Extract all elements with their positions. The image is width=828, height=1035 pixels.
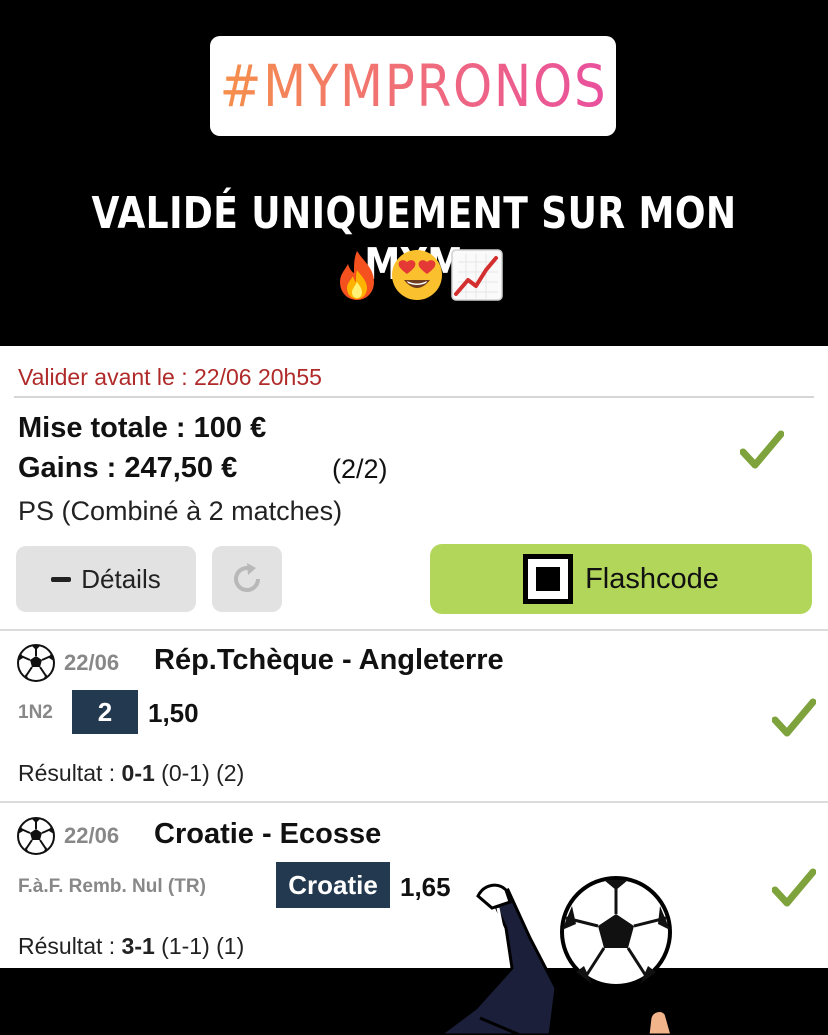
pick-badge: 2: [72, 690, 138, 734]
refresh-icon: [234, 563, 260, 592]
refresh-button[interactable]: [212, 546, 282, 612]
gains-count: (2/2): [332, 454, 388, 484]
match-date: 22/06: [64, 823, 120, 848]
flashcode-label: Flashcode: [585, 562, 719, 595]
divider: [0, 801, 828, 803]
market-label: 1N2: [18, 702, 53, 723]
soccer-ball-icon: [17, 644, 55, 682]
emoji-row: [330, 246, 505, 304]
gains-amount: Gains : 247,50 €: [18, 452, 238, 484]
odds-value: 1,50: [148, 698, 199, 728]
match-result: Résultat : 0-1 (0-1) (2): [18, 760, 245, 786]
check-icon: [772, 868, 816, 907]
heart-eyes-emoji: [392, 250, 442, 300]
details-label: Détails: [81, 563, 161, 594]
hashtag-sticker[interactable]: #MYMPRONOS: [210, 36, 616, 136]
minus-icon: [51, 576, 72, 582]
chart-increasing-emoji: [451, 249, 503, 301]
details-button[interactable]: Détails: [16, 546, 196, 612]
hashtag-text: #MYMPRONOS: [219, 52, 607, 120]
market-label: F.à.F. Remb. Nul (TR): [18, 876, 206, 897]
soccer-ball-icon: [17, 817, 55, 855]
check-icon: [740, 430, 784, 469]
deadline-text: Valider avant le : 22/06 20h55: [18, 364, 322, 390]
bet-type: PS (Combiné à 2 matches): [18, 496, 343, 526]
match-teams: Rép.Tchèque - Angleterre: [154, 644, 504, 676]
fire-emoji: [340, 251, 374, 300]
match-result: Résultat : 3-1 (1-1) (1): [18, 933, 245, 959]
divider: [14, 396, 814, 398]
check-icon: [772, 698, 816, 737]
flashcode-button[interactable]: Flashcode: [430, 544, 812, 614]
footballer-sticker: [437, 876, 674, 1035]
divider: [0, 629, 828, 631]
pick-badge: Croatie: [276, 862, 390, 908]
total-stake: Mise totale : 100 €: [18, 412, 267, 444]
match-date: 22/06: [64, 650, 120, 675]
match-teams: Croatie - Ecosse: [154, 818, 382, 850]
qr-code-icon: [523, 554, 574, 604]
